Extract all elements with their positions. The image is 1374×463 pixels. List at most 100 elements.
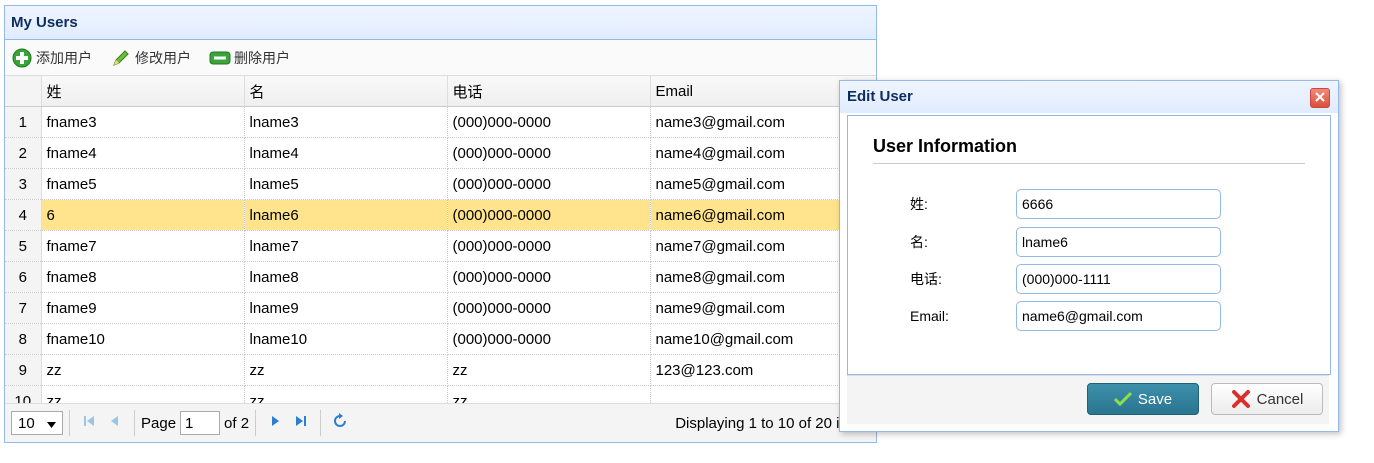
form-row-first-name: 姓: (910, 189, 1310, 219)
table-row[interactable]: 5 fname7 lname7 (000)000-0000 name7@gmai… (5, 230, 876, 262)
divider (69, 410, 70, 436)
cell-last-name: lname6 (244, 199, 448, 231)
add-icon (11, 47, 33, 69)
cell-phone: (000)000-0000 (447, 323, 651, 355)
save-button[interactable]: Save (1087, 383, 1199, 415)
cell-last-name: lname3 (244, 106, 448, 138)
add-user-label: 添加用户 (36, 49, 92, 66)
cell-phone: (000)000-0000 (447, 292, 651, 324)
dialog-footer: Save Cancel (847, 375, 1329, 424)
column-header-last-name[interactable]: 名 (244, 76, 448, 107)
row-number: 5 (5, 230, 42, 262)
cancel-icon (1231, 389, 1251, 409)
first-page-button[interactable] (76, 410, 102, 436)
dialog-body: User Information 姓: 名: 电话: Email: (847, 115, 1331, 375)
row-number: 4 (5, 199, 42, 231)
row-number: 6 (5, 261, 42, 293)
page-size-select[interactable]: 10 (11, 411, 63, 435)
save-label: Save (1137, 390, 1173, 408)
dialog-header: Edit User (840, 81, 1338, 113)
cell-first-name: zz (41, 354, 245, 386)
email-input[interactable] (1016, 301, 1221, 331)
cell-first-name: fname4 (41, 137, 245, 169)
table-row[interactable]: 9 zz zz zz 123@123.com (5, 354, 876, 386)
cell-phone: zz (447, 385, 651, 403)
row-number: 8 (5, 323, 42, 355)
toolbar: 添加用户 修改用户 删除用户 (5, 40, 876, 76)
divider (320, 410, 322, 436)
cell-first-name: zz (41, 385, 245, 403)
cell-phone: (000)000-0000 (447, 106, 651, 138)
row-number: 1 (5, 106, 42, 138)
row-number: 7 (5, 292, 42, 324)
page-number-input[interactable] (180, 411, 221, 435)
cell-phone: (000)000-0000 (447, 230, 651, 262)
cancel-label: Cancel (1256, 390, 1304, 408)
cancel-button[interactable]: Cancel (1211, 383, 1323, 415)
cell-first-name: fname3 (41, 106, 245, 138)
cell-last-name: lname4 (244, 137, 448, 169)
page-count-label: of 2 (224, 414, 250, 432)
table-row[interactable]: 1 fname3 lname3 (000)000-0000 name3@gmai… (5, 106, 876, 138)
cell-first-name: fname9 (41, 292, 245, 324)
cell-phone: (000)000-0000 (447, 168, 651, 200)
pagination-bar: 10 Page of 2 (5, 403, 876, 442)
table-row[interactable]: 8 fname10 lname10 (000)000-0000 name10@g… (5, 323, 876, 355)
cell-last-name: lname10 (244, 323, 448, 355)
phone-input[interactable] (1016, 264, 1221, 294)
cell-phone: (000)000-0000 (447, 261, 651, 293)
table-row[interactable]: 10 zz zz zz (5, 385, 876, 403)
cell-last-name: lname8 (244, 261, 448, 293)
table-row[interactable]: 6 fname8 lname8 (000)000-0000 name8@gmai… (5, 261, 876, 293)
prev-page-icon (108, 414, 122, 432)
row-number: 9 (5, 354, 42, 386)
first-name-label: 姓: (910, 196, 928, 212)
cell-first-name: fname7 (41, 230, 245, 262)
first-page-icon (82, 414, 96, 432)
email-label: Email: (910, 308, 949, 324)
row-number: 3 (5, 168, 42, 200)
panel-title: My Users (5, 6, 876, 40)
last-page-button[interactable] (288, 410, 314, 436)
cell-first-name: fname10 (41, 323, 245, 355)
column-header-first-name[interactable]: 姓 (41, 76, 245, 107)
form-section-title: User Information (873, 136, 1305, 164)
cell-last-name: lname7 (244, 230, 448, 262)
column-header-phone[interactable]: 电话 (447, 76, 651, 107)
dialog-close-button[interactable] (1310, 88, 1330, 108)
table-row-selected[interactable]: 4 6 lname6 (000)000-0000 name6@gmail.com (5, 199, 876, 231)
divider (255, 410, 257, 436)
next-page-button[interactable] (262, 410, 288, 436)
edit-user-label: 修改用户 (135, 49, 191, 66)
users-table: 姓 名 电话 Email 1 fname3 lname3 (000)000-00… (5, 76, 876, 403)
row-number: 2 (5, 137, 42, 169)
edit-user-button[interactable]: 修改用户 (110, 47, 191, 69)
cell-last-name: lname9 (244, 292, 448, 324)
row-number-header (5, 76, 42, 107)
refresh-button[interactable] (327, 410, 353, 436)
edit-user-dialog: Edit User User Information 姓: 名: 电话: Ema… (839, 80, 1339, 432)
cell-last-name: zz (244, 354, 448, 386)
cell-phone: (000)000-0000 (447, 199, 651, 231)
table-row[interactable]: 7 fname9 lname9 (000)000-0000 name9@gmai… (5, 292, 876, 324)
prev-page-button[interactable] (102, 410, 128, 436)
divider (134, 410, 135, 436)
row-number: 10 (5, 385, 42, 403)
cell-last-name: lname5 (244, 168, 448, 200)
first-name-input[interactable] (1016, 189, 1221, 219)
page-size-value: 10 (18, 414, 35, 432)
next-page-icon (268, 414, 282, 432)
last-name-input[interactable] (1016, 227, 1221, 257)
cell-first-name: fname5 (41, 168, 245, 200)
refresh-icon (332, 413, 348, 433)
dialog-title: Edit User (847, 88, 913, 105)
delete-user-button[interactable]: 删除用户 (209, 47, 290, 69)
table-row[interactable]: 3 fname5 lname5 (000)000-0000 name5@gmai… (5, 168, 876, 200)
form-row-phone: 电话: (910, 264, 1310, 294)
cell-first-name: fname8 (41, 261, 245, 293)
users-panel: My Users 添加用户 修改用户 删除用户 姓 名 电话 Email 1 f… (4, 5, 877, 443)
add-user-button[interactable]: 添加用户 (11, 47, 92, 69)
table-row[interactable]: 2 fname4 lname4 (000)000-0000 name4@gmai… (5, 137, 876, 169)
table-header-row: 姓 名 电话 Email (5, 76, 876, 107)
last-page-icon (294, 414, 308, 432)
